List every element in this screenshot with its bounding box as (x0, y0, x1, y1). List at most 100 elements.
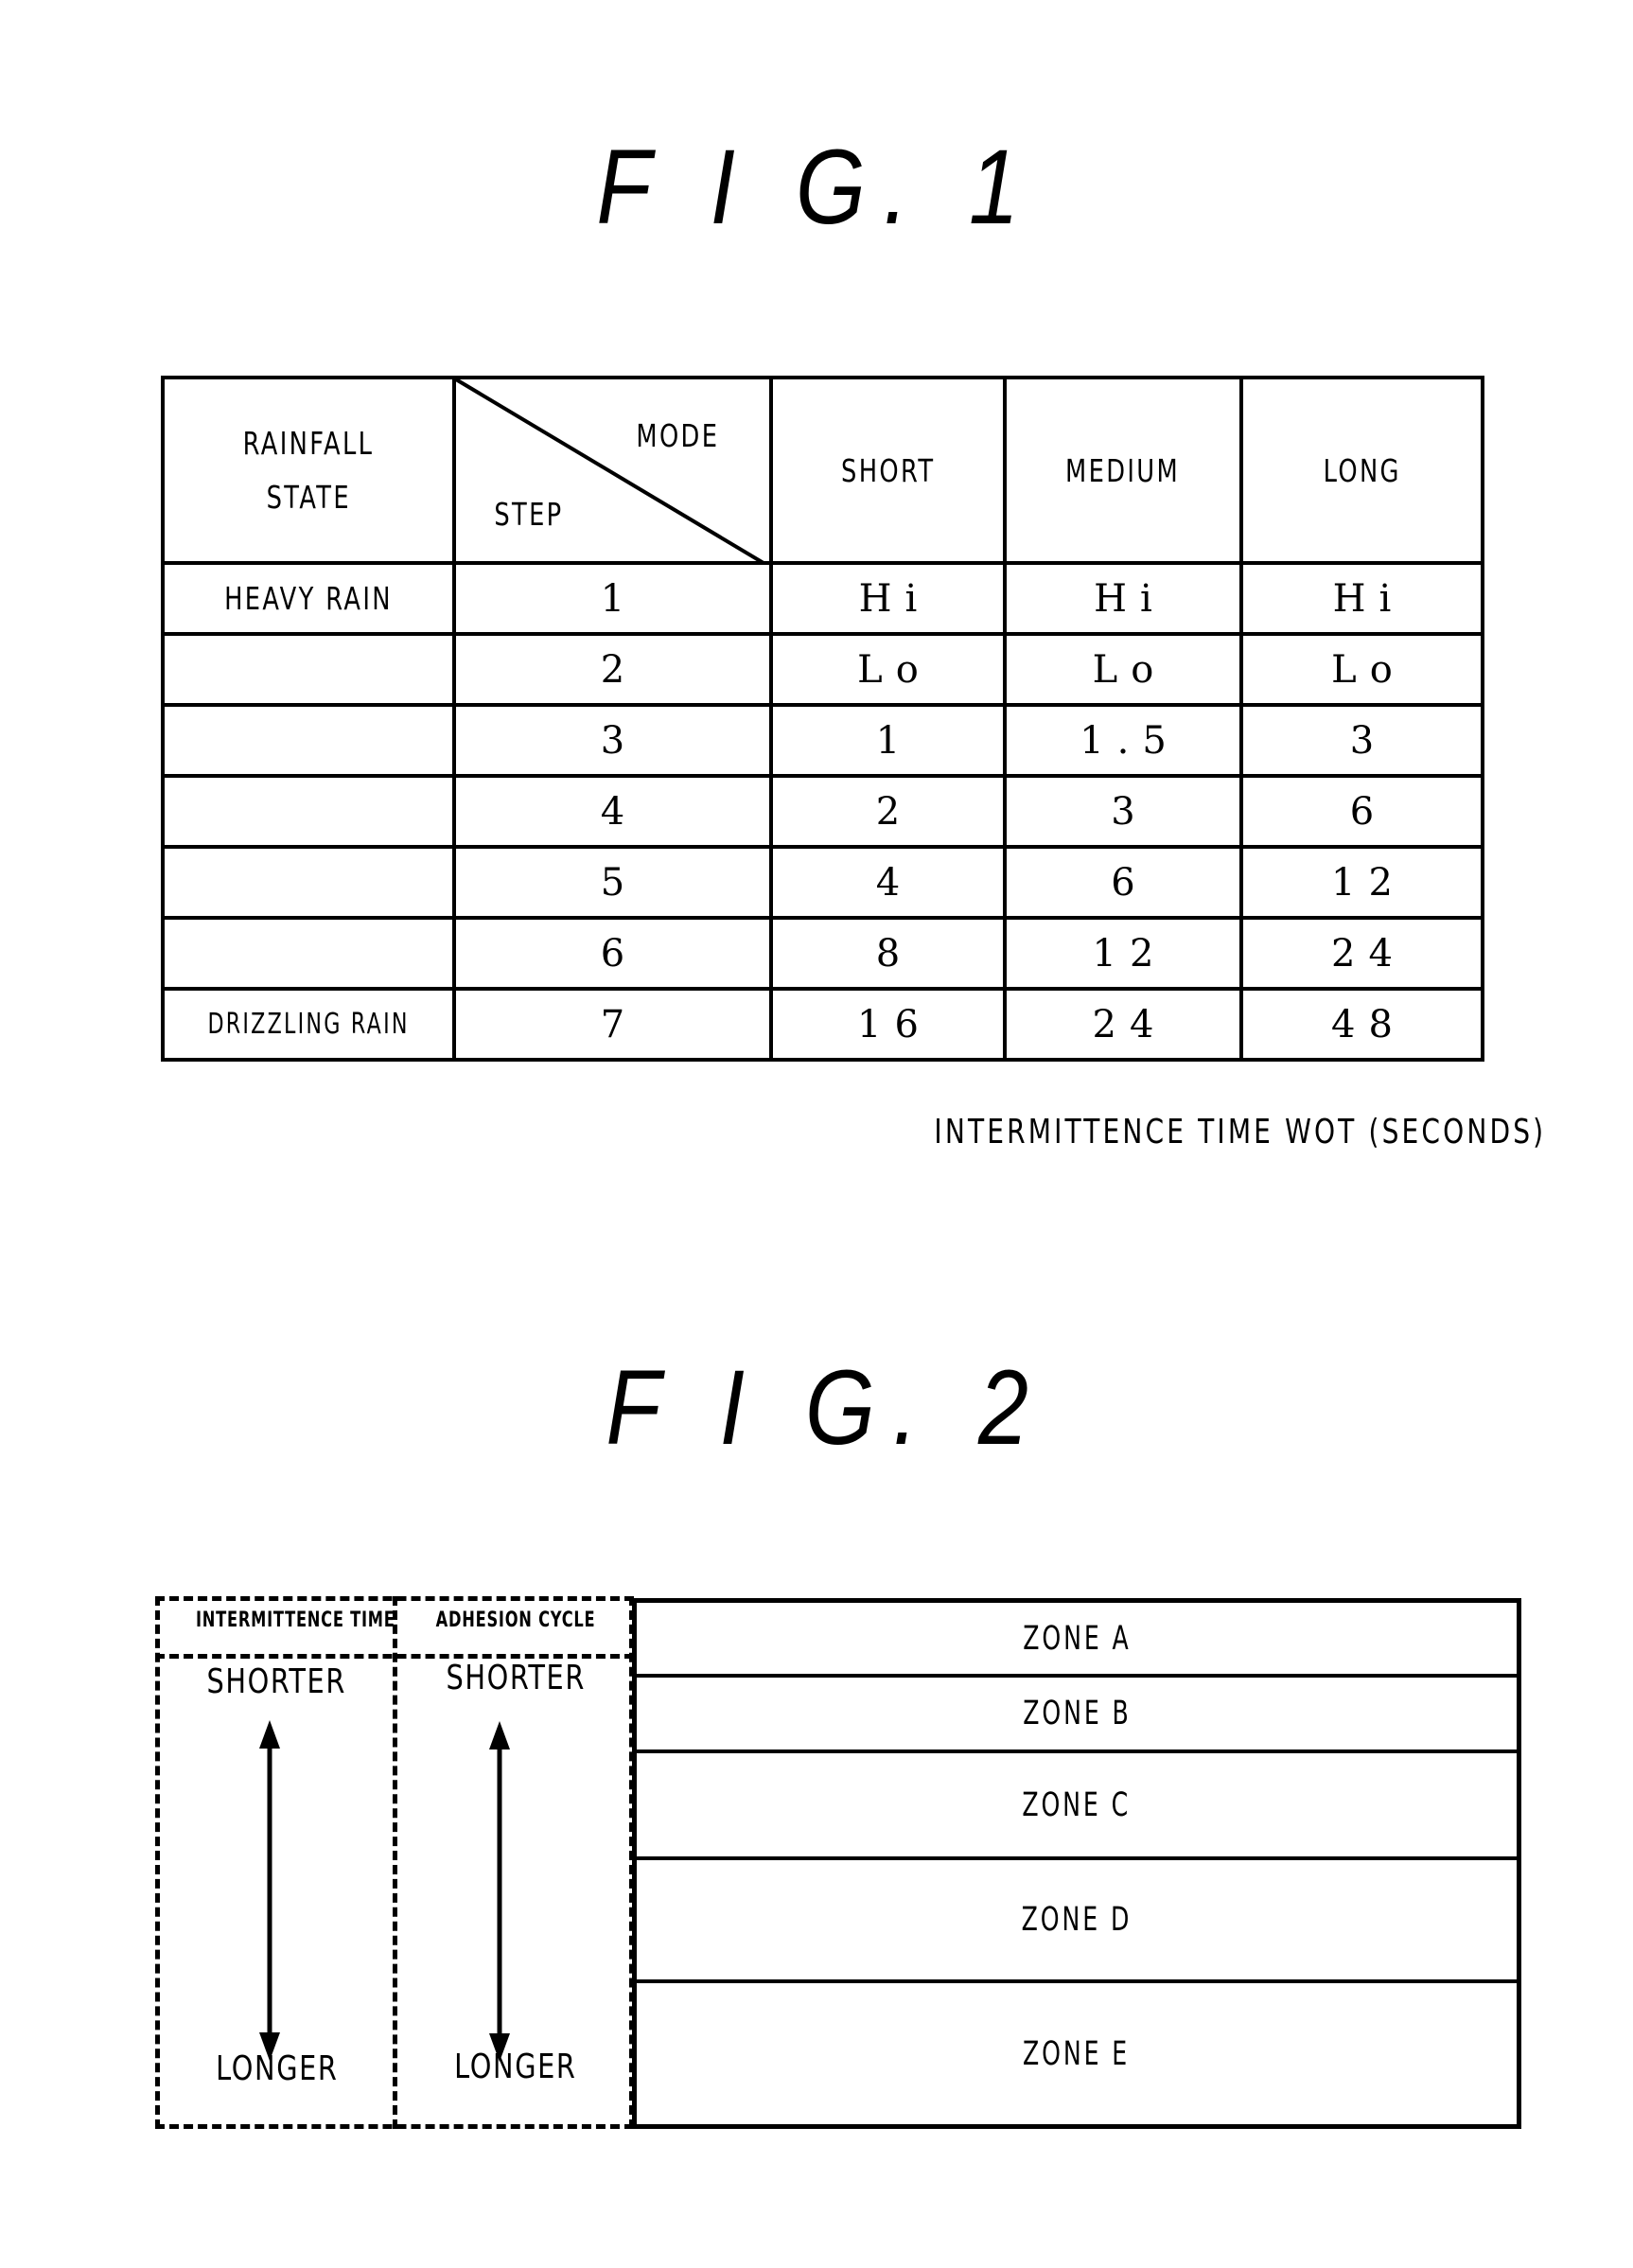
zone-label: ZONE D (1021, 1901, 1133, 1939)
table-row: 3 1 1.5 3 (161, 703, 1484, 778)
cell-rainfall-state: DRIZZLING RAIN (161, 987, 456, 1062)
zone-label: ZONE B (1022, 1695, 1132, 1732)
table-body: HEAVY RAIN 1 Hi Hi Hi 2 Lo Lo Lo 3 1 1.5 3 4 2 3 6 5 4 6 12 6… (161, 561, 1484, 1062)
cell-short-text: Hi (858, 576, 931, 621)
cell-rainfall-state (161, 774, 456, 849)
double-arrow-vertical-icon (259, 1720, 280, 2061)
fig2-title: F I G. 2 (606, 1348, 1046, 1467)
cell-step: 7 (452, 987, 773, 1062)
table-row: HEAVY RAIN 1 Hi Hi Hi (161, 561, 1484, 636)
cell-long: Hi (1239, 561, 1484, 636)
cell-short-text: 4 (875, 860, 914, 905)
cell-step-text: 1 (600, 576, 639, 621)
cell-long-text: 24 (1331, 931, 1406, 976)
header-rainfall-state-line1: RAINFALL (242, 425, 375, 462)
cell-short-text: Lo (857, 647, 932, 692)
cell-long-text: 12 (1331, 860, 1406, 905)
cell-rainfall-state: HEAVY RAIN (161, 561, 456, 636)
intermittence-shorter-label: SHORTER (206, 1662, 347, 1701)
double-arrow-vertical-icon (489, 1721, 510, 2062)
cell-medium: 24 (1003, 987, 1243, 1062)
zone-label: ZONE A (1022, 1619, 1132, 1658)
cell-medium-text: 12 (1092, 931, 1168, 976)
header-mode-step-diagonal: MODE STEP (452, 376, 773, 565)
cell-medium: Hi (1003, 561, 1243, 636)
table-caption: INTERMITTENCE TIME WOT (SECONDS) (762, 1113, 1543, 1152)
wiper-mode-table-container: RAINFALL STATE MODE STEP SHORT MEDIUM LO… (161, 376, 1484, 1062)
cell-short-text: 2 (875, 789, 914, 834)
header-mode-short: SHORT (769, 376, 1007, 565)
cell-long-text: 6 (1349, 789, 1388, 834)
cell-step-text: 7 (600, 1002, 639, 1046)
cell-short: Lo (769, 632, 1007, 707)
cell-rainfall-state-text: DRIZZLING RAIN (207, 1008, 410, 1041)
zone-label: ZONE E (1023, 2034, 1131, 2073)
cell-medium: 3 (1003, 774, 1243, 849)
cell-rainfall-state (161, 845, 456, 920)
zone-e: ZONE E (637, 1983, 1517, 2124)
header-mode-long: LONG (1239, 376, 1484, 565)
header-rainfall-state-line2: STATE (266, 479, 351, 516)
zone-box: ZONE A ZONE B ZONE C ZONE D ZONE E (632, 1598, 1521, 2129)
cell-step: 5 (452, 845, 773, 920)
legend-label-adhesion-cycle: ADHESION CYCLE (435, 1609, 596, 1632)
cell-medium-text: 1.5 (1080, 718, 1180, 763)
zone-b: ZONE B (637, 1678, 1517, 1753)
cell-medium-text: 6 (1111, 860, 1149, 905)
cell-short: 2 (769, 774, 1007, 849)
cell-long-text: Hi (1332, 576, 1405, 621)
cell-medium: 12 (1003, 916, 1243, 991)
cell-step-text: 6 (600, 931, 639, 976)
cell-long-text: 48 (1331, 1002, 1406, 1046)
fig1-title: F I G. 1 (596, 128, 1037, 246)
zone-c: ZONE C (637, 1753, 1517, 1860)
zone-a: ZONE A (637, 1603, 1517, 1678)
cell-step-text: 3 (600, 718, 639, 763)
legend-label-intermittence-time: INTERMITTENCE TIME (195, 1609, 395, 1632)
cell-medium-text: Lo (1092, 647, 1168, 692)
cell-step: 4 (452, 774, 773, 849)
table-row: 2 Lo Lo Lo (161, 632, 1484, 707)
table-row: DRIZZLING RAIN 7 16 24 48 (161, 987, 1484, 1062)
cell-rainfall-state (161, 703, 456, 778)
header-rainfall-state: RAINFALL STATE (161, 376, 456, 565)
table-header-row: RAINFALL STATE MODE STEP SHORT MEDIUM LO… (161, 376, 1484, 565)
cell-long: 6 (1239, 774, 1484, 849)
table-caption-text: INTERMITTENCE TIME WOT (SECONDS) (934, 1113, 1547, 1152)
cell-medium: 6 (1003, 845, 1243, 920)
cell-long: Lo (1239, 632, 1484, 707)
header-mode-label: MODE (636, 417, 720, 454)
cell-rainfall-state (161, 632, 456, 707)
cell-short-text: 1 (875, 718, 914, 763)
cell-medium-text: Hi (1094, 576, 1166, 621)
diagonal-divider-line (458, 381, 762, 559)
adhesion-longer-label: LONGER (454, 2048, 577, 2086)
cell-medium: Lo (1003, 632, 1243, 707)
cell-step: 1 (452, 561, 773, 636)
cell-step: 2 (452, 632, 773, 707)
cell-step: 3 (452, 703, 773, 778)
header-step-label: STEP (494, 496, 564, 533)
cell-short: 1 (769, 703, 1007, 778)
cell-rainfall-state-text: HEAVY RAIN (224, 580, 393, 617)
cell-long: 24 (1239, 916, 1484, 991)
cell-short-text: 16 (857, 1002, 932, 1046)
cell-long: 12 (1239, 845, 1484, 920)
cell-step-text: 2 (600, 647, 639, 692)
cell-long-text: 3 (1349, 718, 1388, 763)
cell-medium-text: 24 (1092, 1002, 1168, 1046)
table-row: 5 4 6 12 (161, 845, 1484, 920)
zone-d: ZONE D (637, 1860, 1517, 1983)
cell-medium-text: 3 (1111, 789, 1149, 834)
cell-step-text: 4 (600, 789, 639, 834)
cell-short-text: 8 (875, 931, 914, 976)
cell-medium: 1.5 (1003, 703, 1243, 778)
zone-label: ZONE C (1022, 1785, 1132, 1824)
cell-rainfall-state (161, 916, 456, 991)
cell-long: 3 (1239, 703, 1484, 778)
cell-short: 16 (769, 987, 1007, 1062)
cell-short: 8 (769, 916, 1007, 991)
cell-long: 48 (1239, 987, 1484, 1062)
adhesion-shorter-label: SHORTER (446, 1659, 586, 1697)
cell-long-text: Lo (1331, 647, 1406, 692)
